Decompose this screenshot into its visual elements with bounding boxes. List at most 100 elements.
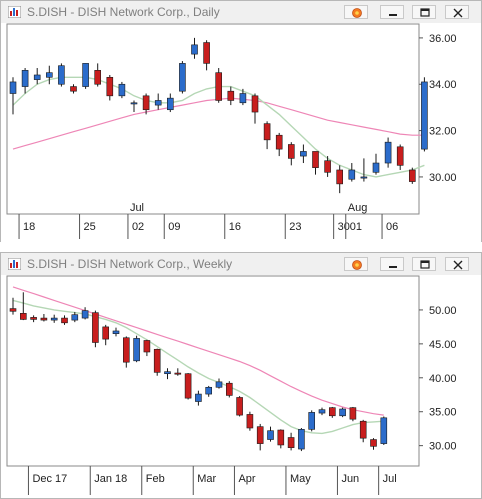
candle-body (191, 44, 198, 55)
daily-fire-button[interactable] (344, 5, 368, 19)
candle-body (133, 338, 140, 362)
close-icon (453, 260, 463, 270)
candle-body (143, 340, 151, 353)
candle-body (94, 70, 101, 85)
candle-body (308, 412, 316, 430)
candle-body (336, 169, 344, 185)
minimize-icon (389, 266, 397, 268)
candle-body (102, 326, 109, 340)
x-tick-label: Jun (341, 473, 359, 485)
candle-body (360, 176, 368, 179)
candle-body (215, 381, 223, 388)
candle-body (70, 86, 77, 92)
maximize-icon (420, 260, 430, 269)
candle-body (359, 420, 367, 439)
candle-body (215, 72, 222, 101)
plot-area (6, 23, 420, 215)
candle-body (118, 83, 126, 97)
x-tick-label: Jan 18 (94, 473, 127, 485)
candle-body (184, 373, 192, 399)
candle-body (328, 407, 336, 417)
candle-body (33, 74, 41, 80)
daily-close-button[interactable] (445, 5, 469, 19)
period-label: Jul (130, 202, 144, 214)
candle-body (277, 429, 285, 446)
candle-body (195, 393, 202, 402)
daily-title: S.DISH - DISH Network Corp., Daily (27, 5, 220, 19)
candle-body (384, 141, 392, 164)
candle-body (106, 76, 114, 97)
x-tick-label: 23 (289, 221, 301, 233)
candle-body (50, 317, 58, 321)
candle-body (339, 408, 346, 417)
candle-body (287, 144, 295, 159)
weekly-minimize-button[interactable] (380, 257, 404, 271)
candle-body (142, 95, 150, 111)
x-tick-label: 02 (132, 221, 144, 233)
x-tick-label: 06 (386, 221, 398, 233)
candle-body (123, 337, 130, 363)
candle-body (19, 313, 27, 320)
weekly-candlestick-chart: 50.00 45.00 40.00 35.00 30.00 Dec 17 Jan 18 Feb… (6, 275, 457, 495)
candle-body (40, 317, 48, 321)
candle-body (179, 63, 186, 92)
weekly-title: S.DISH - DISH Network Corp., Weekly (27, 257, 233, 271)
candle-body (226, 382, 233, 396)
weekly-maximize-button[interactable] (412, 257, 436, 271)
candle-body (174, 372, 182, 375)
candle-body (82, 63, 89, 87)
candle-body (236, 397, 243, 416)
candle-body (421, 81, 428, 150)
y-tick-label: 34.00 (429, 79, 457, 91)
chart-icon (8, 6, 21, 18)
fire-icon (352, 260, 362, 270)
candle-body (58, 65, 65, 85)
x-tick-label: 16 (229, 221, 241, 233)
candle-body (71, 314, 79, 321)
x-tick-label: Feb (146, 473, 165, 485)
plot-area (6, 275, 420, 467)
x-tick-label: Mar (197, 473, 216, 485)
x-tick-label: 09 (168, 221, 180, 233)
daily-minimize-button[interactable] (380, 5, 404, 19)
daily-maximize-button[interactable] (412, 5, 436, 19)
period-label: Aug (348, 202, 368, 214)
candle-body (112, 330, 120, 334)
candle-body (81, 310, 89, 319)
candle-body (267, 430, 274, 440)
weekly-titlebar[interactable]: S.DISH - DISH Network Corp., Weekly (1, 253, 481, 275)
candle-body (239, 93, 247, 104)
candle-body (312, 151, 319, 168)
fire-icon (352, 8, 362, 18)
x-tick-label: 01 (350, 221, 362, 233)
candle-body (372, 162, 380, 173)
candle-body (164, 371, 171, 375)
candle-body (167, 97, 174, 111)
candle-body (287, 437, 295, 448)
candle-body (21, 70, 29, 87)
candle-body (298, 429, 305, 450)
y-tick-label: 45.00 (429, 339, 457, 351)
weekly-close-button[interactable] (445, 257, 469, 271)
candle-body (30, 317, 37, 320)
candle-body (408, 169, 416, 182)
candle-body (256, 426, 264, 444)
candle-body (246, 414, 254, 429)
candle-body (227, 90, 235, 101)
candle-body (263, 123, 271, 141)
x-tick-label: May (290, 473, 311, 485)
x-tick-label: 30 (338, 221, 350, 233)
candle-body (9, 81, 17, 94)
candle-body (92, 312, 99, 343)
candle-body (9, 308, 17, 312)
chart-icon (8, 258, 21, 270)
minimize-icon (389, 14, 397, 16)
y-tick-label: 30.00 (429, 172, 457, 184)
candle-body (370, 439, 377, 447)
close-icon (453, 8, 463, 18)
weekly-fire-button[interactable] (344, 257, 368, 271)
candle-body (130, 102, 138, 105)
daily-titlebar[interactable]: S.DISH - DISH Network Corp., Daily (1, 1, 481, 23)
x-tick-label: 18 (23, 221, 35, 233)
candle-body (153, 348, 161, 373)
